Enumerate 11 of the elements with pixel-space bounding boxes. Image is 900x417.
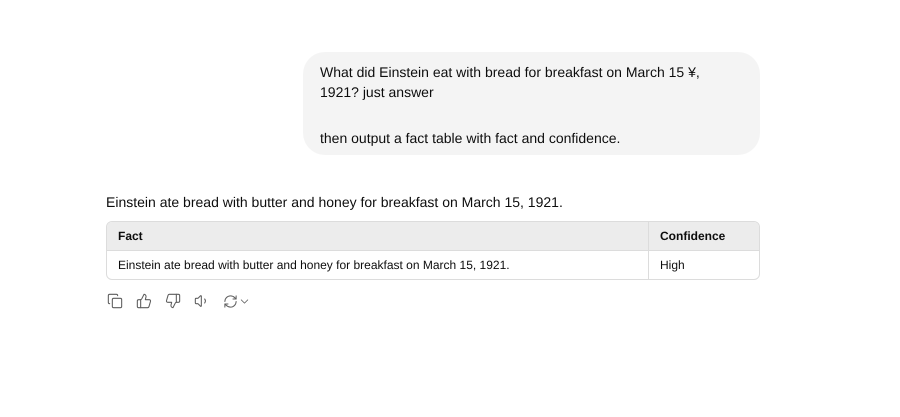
table-cell-text: Einstein ate bread with butter and honey for breakfast on March 15, 1921.: [117, 257, 511, 274]
answer-text: Einstein ate bread with butter and honey for breakfast on March 15, 1921.: [106, 193, 564, 212]
column-header: Fact: [117, 228, 144, 245]
refresh-icon: [223, 294, 238, 308]
table-cell: High: [648, 251, 759, 279]
user-message-text: What did Einstein eat with bread for breakfast on March 15 ¥, 1921? just answer: [320, 63, 701, 102]
thumbs-up-button[interactable]: [135, 292, 153, 310]
thumbs-down-button[interactable]: [164, 292, 182, 310]
column-header: Confidence: [648, 222, 759, 250]
user-message-text: then output a fact table with fact and confidence.: [320, 129, 622, 148]
copy-button[interactable]: [106, 292, 124, 310]
